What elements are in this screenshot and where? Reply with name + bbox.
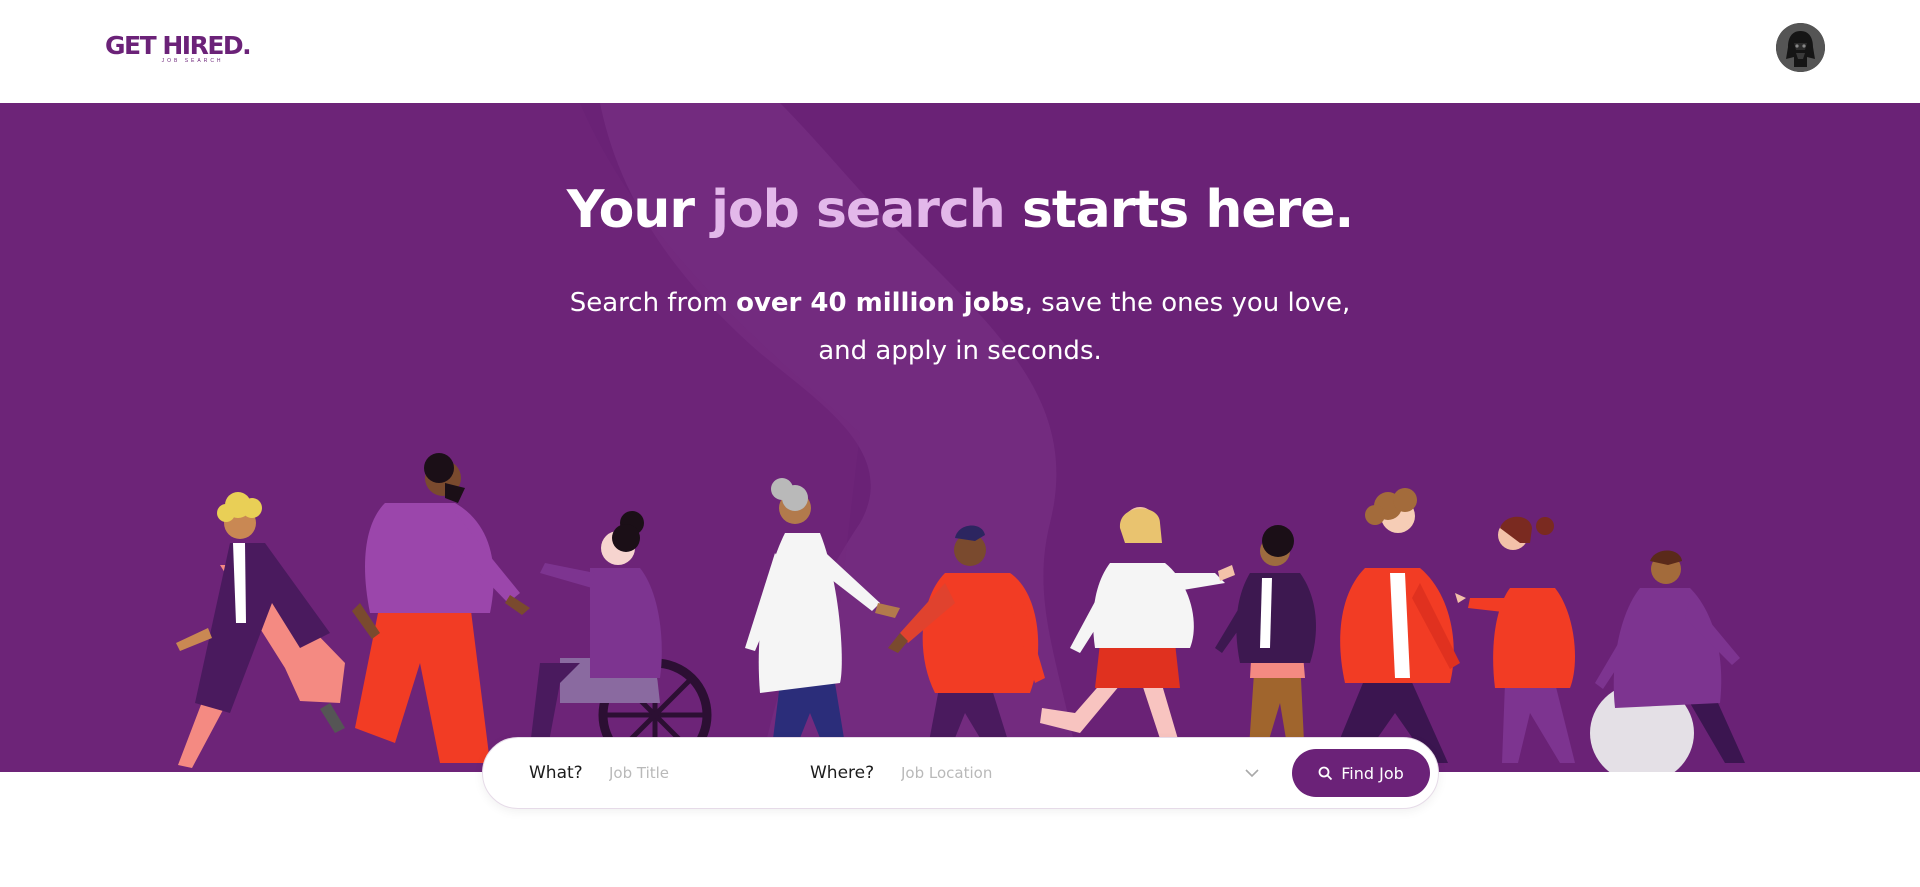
user-avatar-icon bbox=[1776, 23, 1825, 72]
person-8 bbox=[1330, 488, 1460, 763]
find-job-label: Find Job bbox=[1341, 763, 1404, 783]
find-job-button[interactable]: Find Job bbox=[1292, 749, 1430, 797]
person-9 bbox=[1455, 516, 1575, 763]
diverse-people-walking-illustration bbox=[176, 453, 1745, 772]
logo[interactable]: GET HIRED. JOB SEARCH bbox=[105, 31, 252, 65]
top-header: GET HIRED. JOB SEARCH bbox=[0, 0, 1920, 103]
where-label: Where? bbox=[810, 763, 875, 783]
search-icon bbox=[1318, 766, 1333, 780]
chevron-down-icon[interactable] bbox=[1243, 764, 1261, 782]
person-10 bbox=[1590, 550, 1745, 772]
person-2 bbox=[352, 453, 530, 763]
hero-banner: Your job search starts here. Search from… bbox=[0, 103, 1920, 772]
person-6 bbox=[1040, 507, 1235, 763]
logo-text: GET HIRED. bbox=[105, 31, 252, 60]
person-3 bbox=[528, 511, 712, 772]
person-5 bbox=[888, 525, 1045, 763]
person-7 bbox=[1215, 525, 1316, 763]
what-label: What? bbox=[529, 763, 583, 783]
job-search-bar: What? Where? Find Job bbox=[482, 737, 1439, 809]
job-title-input[interactable] bbox=[609, 758, 779, 788]
user-avatar[interactable] bbox=[1776, 23, 1825, 72]
job-location-input[interactable] bbox=[901, 758, 1231, 788]
person-1 bbox=[176, 492, 345, 768]
person-4 bbox=[745, 478, 900, 763]
